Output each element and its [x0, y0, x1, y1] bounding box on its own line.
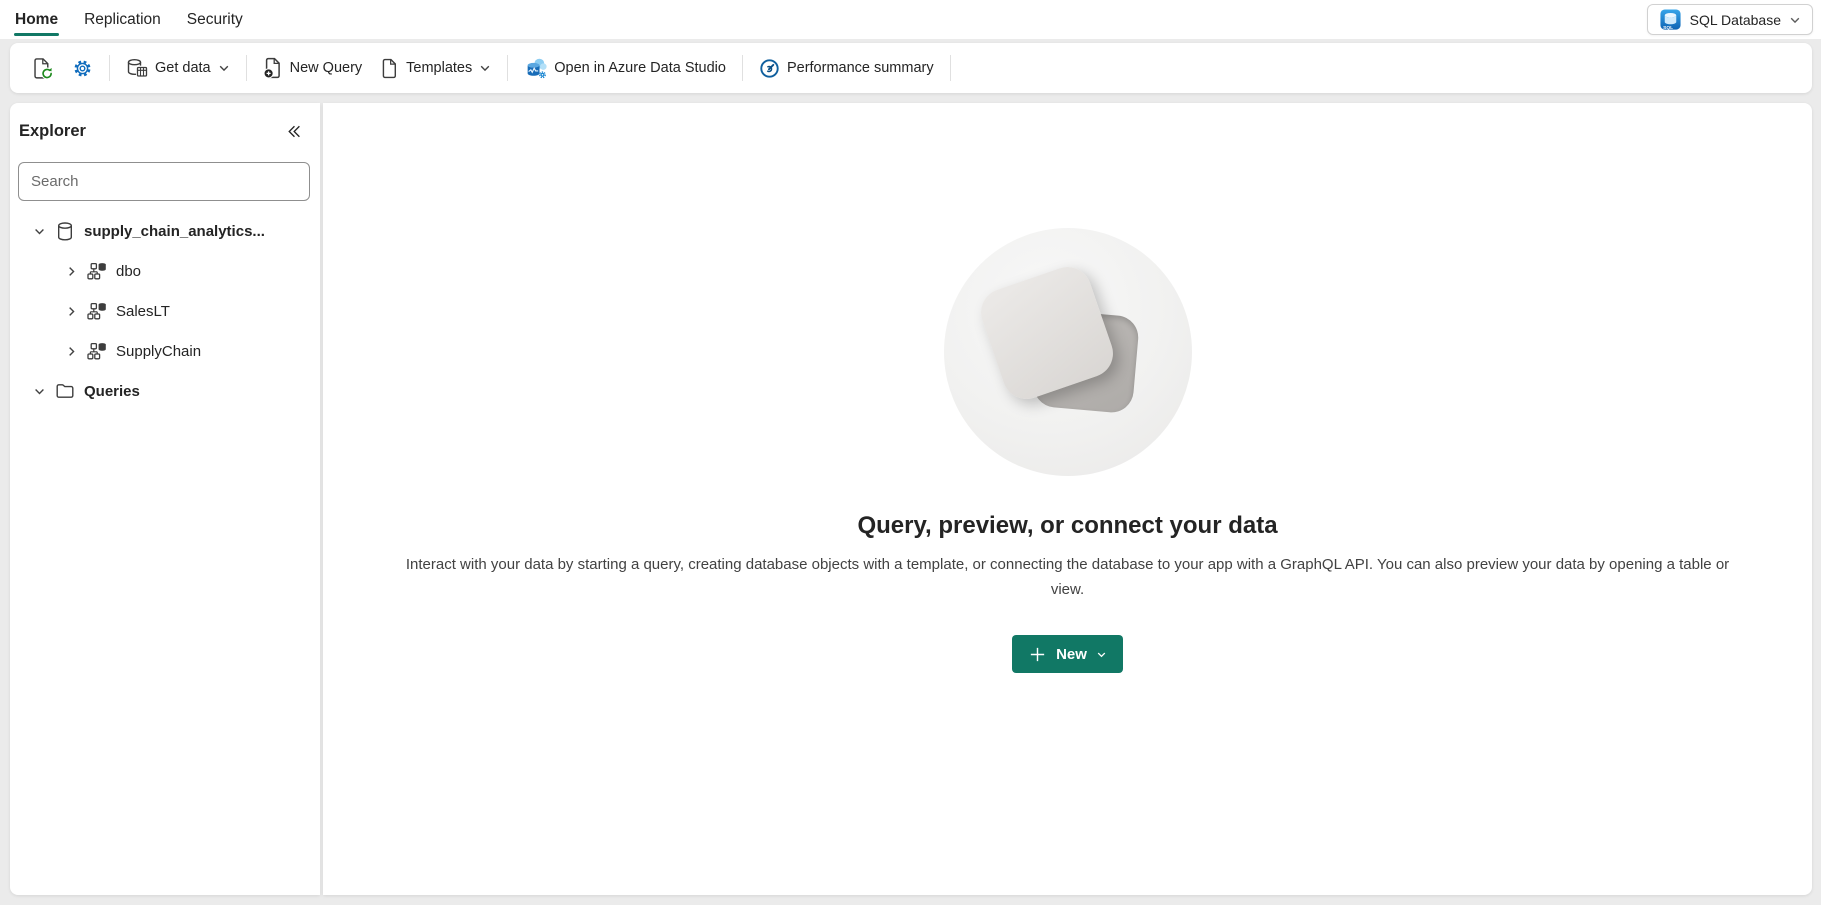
chevron-down-icon: [1789, 14, 1801, 26]
toolbar-divider: [246, 55, 247, 81]
tab-security[interactable]: Security: [174, 0, 256, 39]
folder-icon: [55, 381, 75, 401]
collapse-panel-button[interactable]: [280, 118, 306, 144]
azure-data-studio-icon: [524, 57, 547, 79]
workload-switcher-button[interactable]: SQL SQL Database: [1647, 4, 1813, 35]
tree-item-database[interactable]: supply_chain_analytics...: [10, 211, 320, 251]
tree-item-schema-saleslt[interactable]: SalesLT: [10, 291, 320, 331]
toolbar-divider: [109, 55, 110, 81]
tree-item-label: SupplyChain: [116, 343, 201, 360]
chevron-right-icon[interactable]: [64, 264, 78, 278]
double-chevron-left-icon: [284, 122, 303, 141]
schema-icon: [87, 261, 107, 281]
refresh-query-button[interactable]: [22, 50, 63, 86]
new-query-label: New Query: [290, 60, 363, 76]
schema-icon: [87, 301, 107, 321]
tab-replication[interactable]: Replication: [71, 0, 174, 39]
explorer-header: Explorer: [10, 103, 320, 144]
get-data-label: Get data: [155, 60, 211, 76]
tab-home-label: Home: [15, 11, 58, 29]
tab-home[interactable]: Home: [2, 0, 71, 39]
gauge-icon: [759, 58, 780, 79]
toolbar: Get data New Query Templates: [10, 43, 1812, 93]
tree-item-label: Queries: [84, 383, 140, 400]
chevron-down-icon[interactable]: [32, 384, 46, 398]
new-button[interactable]: New: [1012, 635, 1123, 673]
templates-label: Templates: [406, 60, 472, 76]
chevron-down-icon: [479, 62, 491, 74]
toolbar-divider: [950, 55, 951, 81]
schema-icon: [87, 341, 107, 361]
tree-item-label: dbo: [116, 263, 141, 280]
ribbon-tabs: Home Replication Security: [0, 0, 256, 39]
chevron-down-icon[interactable]: [32, 224, 46, 238]
get-data-button[interactable]: Get data: [117, 50, 239, 86]
tree-item-schema-supplychain[interactable]: SupplyChain: [10, 331, 320, 371]
empty-state-title: Query, preview, or connect your data: [857, 512, 1277, 540]
document-icon: [380, 58, 399, 79]
search-container: [18, 162, 310, 201]
plus-icon: [1028, 645, 1047, 664]
tab-replication-label: Replication: [84, 11, 161, 29]
chevron-right-icon[interactable]: [64, 304, 78, 318]
tree-item-schema-dbo[interactable]: dbo: [10, 251, 320, 291]
document-add-icon: [263, 57, 283, 79]
svg-text:SQL: SQL: [1663, 25, 1673, 31]
document-refresh-icon: [31, 57, 54, 80]
workload-switcher-label: SQL Database: [1690, 12, 1781, 28]
empty-state-description: Interact with your data by starting a qu…: [403, 552, 1733, 602]
new-query-button[interactable]: New Query: [254, 50, 372, 86]
toolbar-divider: [507, 55, 508, 81]
templates-button[interactable]: Templates: [371, 50, 500, 86]
chevron-down-icon: [218, 62, 230, 74]
explorer-panel: Explorer supply_chain_analytics...: [10, 103, 320, 895]
search-input[interactable]: [18, 162, 310, 201]
chevron-down-icon: [1096, 649, 1107, 660]
ribbon-tab-strip: Home Replication Security SQL SQL Databa…: [0, 0, 1821, 39]
open-azure-data-studio-label: Open in Azure Data Studio: [554, 60, 726, 76]
chevron-right-icon[interactable]: [64, 344, 78, 358]
sql-database-icon: SQL: [1659, 8, 1682, 31]
explorer-title: Explorer: [19, 120, 86, 142]
object-tree: supply_chain_analytics... dbo: [10, 209, 320, 411]
new-button-label: New: [1056, 646, 1087, 663]
tree-item-label: supply_chain_analytics...: [84, 223, 265, 240]
tree-item-queries-folder[interactable]: Queries: [10, 371, 320, 411]
open-azure-data-studio-button[interactable]: Open in Azure Data Studio: [515, 50, 735, 86]
database-table-icon: [126, 58, 148, 78]
main-content: Query, preview, or connect your data Int…: [323, 103, 1812, 895]
performance-summary-button[interactable]: Performance summary: [750, 50, 943, 86]
toolbar-divider: [742, 55, 743, 81]
empty-state-illustration: [944, 228, 1192, 476]
performance-summary-label: Performance summary: [787, 60, 934, 76]
tab-security-label: Security: [187, 11, 243, 29]
settings-button[interactable]: [63, 50, 102, 86]
database-icon: [55, 221, 75, 242]
gear-icon: [72, 58, 93, 79]
tree-item-label: SalesLT: [116, 303, 170, 320]
